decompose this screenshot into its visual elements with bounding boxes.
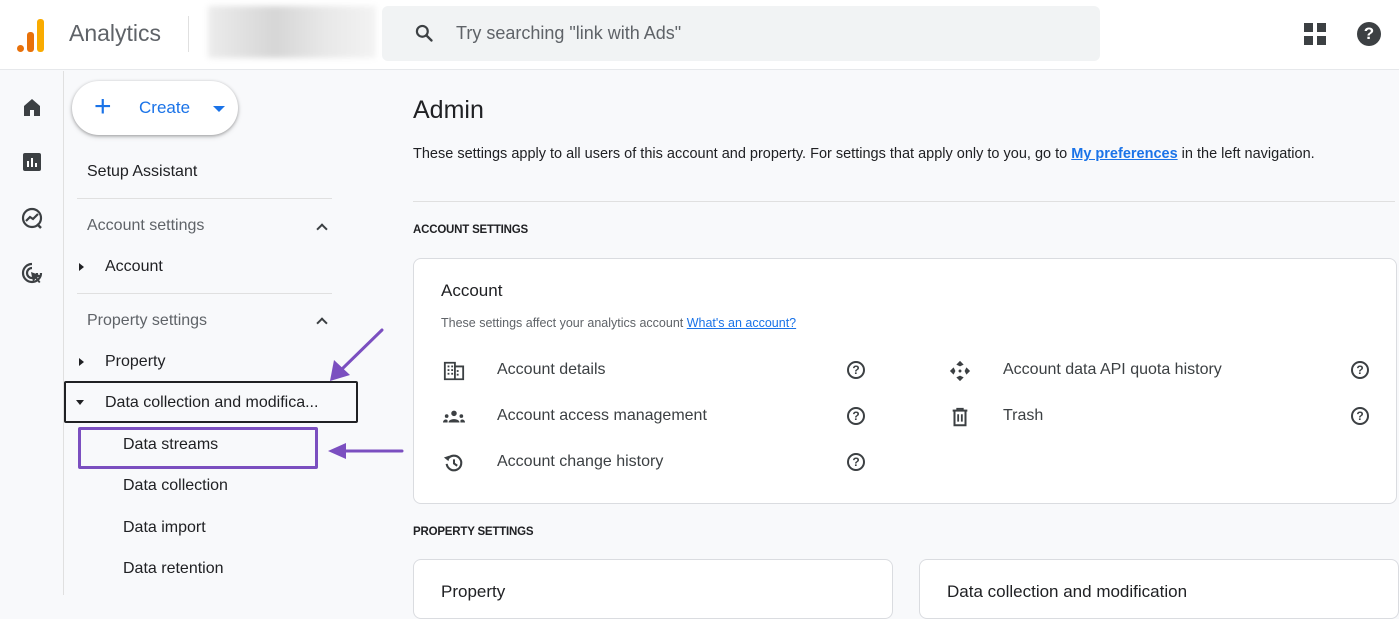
caret-down-icon xyxy=(213,106,225,112)
description-text-end: in the left navigation. xyxy=(1177,146,1315,162)
help-circle-icon[interactable]: ? xyxy=(1351,361,1369,379)
property-card-title: Property xyxy=(441,582,506,601)
nav-item-data-retention[interactable]: Data retention xyxy=(123,560,224,578)
create-button[interactable]: + Create xyxy=(72,81,238,135)
nav-divider xyxy=(77,293,332,294)
nav-section-account-settings[interactable]: Account settings xyxy=(87,217,204,235)
account-access-management-row[interactable]: Account access management ? xyxy=(443,404,865,430)
home-icon[interactable] xyxy=(20,95,44,119)
caret-right-icon[interactable] xyxy=(79,263,84,271)
left-rail xyxy=(0,71,64,595)
account-card: Account These settings affect your analy… xyxy=(413,258,1397,504)
nav-item-data-streams[interactable]: Data streams xyxy=(123,436,218,454)
nav-divider xyxy=(77,198,332,199)
account-data-api-quota-history-label: Account data API quota history xyxy=(1003,361,1222,378)
trash-label: Trash xyxy=(1003,407,1044,424)
account-details-label: Account details xyxy=(497,361,606,378)
nav-item-data-collection-and-modification[interactable]: Data collection and modifica... xyxy=(105,394,318,412)
main-divider xyxy=(413,201,1395,202)
app-title: Analytics xyxy=(69,20,162,46)
page-title: Admin xyxy=(413,96,484,124)
account-card-title: Account xyxy=(441,281,503,300)
account-details-row[interactable]: Account details ? xyxy=(443,358,865,384)
nav-section-property-settings[interactable]: Property settings xyxy=(87,312,207,330)
people-icon xyxy=(443,410,465,423)
description-text: These settings apply to all users of thi… xyxy=(413,146,1072,162)
create-label: Create xyxy=(139,98,191,117)
chevron-up-icon[interactable] xyxy=(316,317,328,329)
main-content: Admin These settings apply to all users … xyxy=(413,71,1399,619)
whats-an-account-link[interactable]: What's an account? xyxy=(687,316,796,330)
search-bar[interactable]: Try searching "link with Ads" xyxy=(382,6,1100,61)
api-quota-icon xyxy=(949,360,971,382)
account-settings-heading: ACCOUNT SETTINGS xyxy=(413,224,528,236)
chevron-up-icon[interactable] xyxy=(316,223,328,235)
data-collection-card-title: Data collection and modification xyxy=(947,582,1188,601)
history-icon xyxy=(443,454,463,472)
data-collection-card: Data collection and modification xyxy=(919,559,1399,619)
reports-icon[interactable] xyxy=(20,150,44,174)
caret-right-icon[interactable] xyxy=(79,358,84,366)
property-settings-heading: PROPERTY SETTINGS xyxy=(413,526,534,538)
apps-grid-icon[interactable] xyxy=(1304,23,1326,45)
building-icon xyxy=(443,361,465,381)
caret-down-icon[interactable] xyxy=(76,400,84,405)
search-icon xyxy=(415,24,433,42)
admin-nav: + Create Setup Assistant Account setting… xyxy=(64,71,384,595)
page-description: These settings apply to all users of thi… xyxy=(413,143,1353,165)
help-circle-icon[interactable]: ? xyxy=(847,361,865,379)
account-data-api-quota-history-row[interactable]: Account data API quota history ? xyxy=(949,358,1369,384)
nav-item-data-import[interactable]: Data import xyxy=(123,519,206,537)
advertising-icon[interactable] xyxy=(20,261,44,285)
nav-item-account[interactable]: Account xyxy=(105,258,163,276)
account-card-subtitle: These settings affect your analytics acc… xyxy=(441,316,796,330)
account-access-management-label: Account access management xyxy=(497,407,707,424)
property-card: Property xyxy=(413,559,893,619)
help-circle-icon[interactable]: ? xyxy=(847,407,865,425)
account-change-history-label: Account change history xyxy=(497,453,664,470)
help-circle-icon[interactable]: ? xyxy=(1351,407,1369,425)
account-change-history-row[interactable]: Account change history ? xyxy=(443,450,865,476)
nav-item-property[interactable]: Property xyxy=(105,353,165,371)
plus-icon: + xyxy=(94,90,112,123)
search-input[interactable]: Try searching "link with Ads" xyxy=(456,23,681,44)
explore-icon[interactable] xyxy=(20,206,44,230)
trash-row[interactable]: Trash ? xyxy=(949,404,1369,430)
account-picker[interactable] xyxy=(208,6,376,58)
my-preferences-link[interactable]: My preferences xyxy=(1071,146,1177,162)
nav-item-data-collection[interactable]: Data collection xyxy=(123,477,228,495)
analytics-logo-icon[interactable] xyxy=(16,16,48,52)
trash-icon xyxy=(952,407,968,427)
help-icon[interactable]: ? xyxy=(1357,22,1381,46)
account-card-subtitle-text: These settings affect your analytics acc… xyxy=(441,316,687,330)
title-divider xyxy=(188,16,189,52)
help-circle-icon[interactable]: ? xyxy=(847,453,865,471)
nav-setup-assistant[interactable]: Setup Assistant xyxy=(87,163,197,181)
top-bar: Analytics Try searching "link with Ads" … xyxy=(0,0,1399,70)
